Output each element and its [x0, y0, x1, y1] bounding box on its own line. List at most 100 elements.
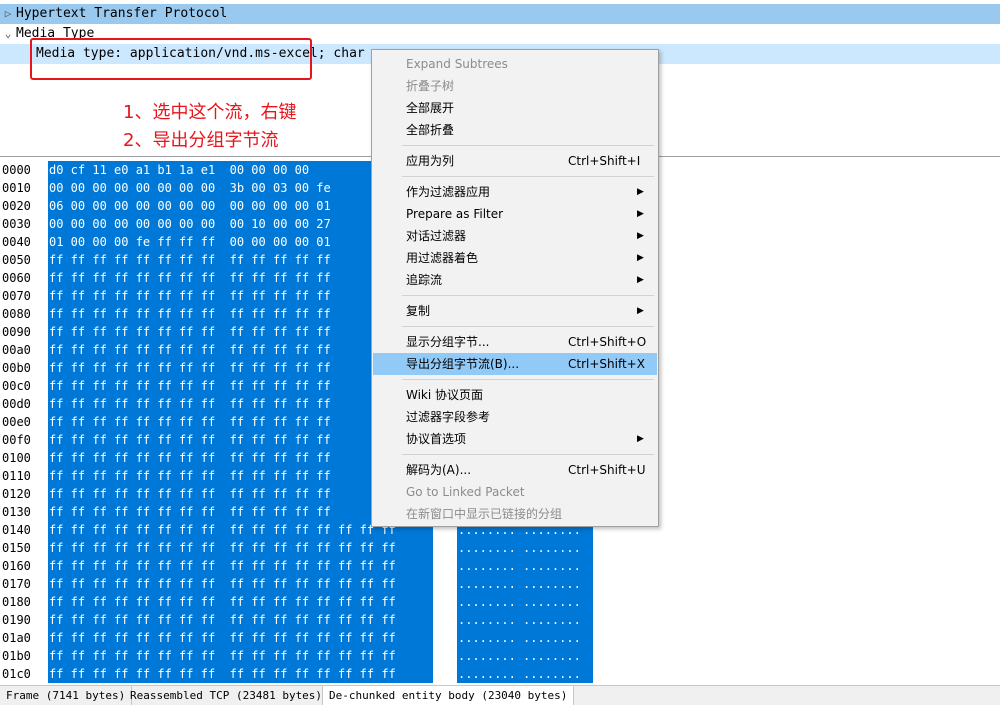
menu-item-label: 应用为列 — [406, 154, 455, 168]
menu-item-label: 解码为(A)... — [406, 463, 472, 477]
hex-bytes[interactable]: ff ff ff ff ff ff ff ff ff ff ff ff ff f… — [49, 665, 396, 683]
hex-bytes[interactable]: ff ff ff ff ff ff ff ff ff ff ff ff ff — [49, 431, 331, 449]
ascii-bytes[interactable]: ........ ........ — [458, 539, 581, 557]
ascii-bytes[interactable]: ........ ........ — [458, 629, 581, 647]
bytes-tab[interactable]: De-chunked entity body (23040 bytes) — [322, 686, 575, 705]
hex-bytes[interactable]: ff ff ff ff ff ff ff ff ff ff ff ff ff — [49, 341, 331, 359]
menu-item[interactable]: Go to Linked Packet — [373, 481, 657, 503]
hex-bytes[interactable]: ff ff ff ff ff ff ff ff ff ff ff ff ff — [49, 305, 331, 323]
ascii-bytes[interactable]: ........ ........ — [458, 593, 581, 611]
menu-item-shortcut: Ctrl+Shift+O — [568, 335, 647, 349]
annotation-step-2: 2、导出分组字节流 — [123, 130, 279, 151]
menu-item[interactable]: 过滤器字段参考 — [373, 406, 657, 428]
menu-item-shortcut: Ctrl+Shift+X — [568, 357, 645, 371]
hex-bytes[interactable]: 06 00 00 00 00 00 00 00 00 00 00 00 01 — [49, 197, 331, 215]
hex-offset: 0090 — [2, 325, 31, 339]
menu-item[interactable]: 用过滤器着色 ▶ — [373, 247, 657, 269]
menu-item[interactable]: 折叠子树 — [373, 75, 657, 97]
menu-item[interactable]: 全部折叠 — [373, 119, 657, 141]
hex-bytes[interactable]: ff ff ff ff ff ff ff ff ff ff ff ff ff f… — [49, 575, 396, 593]
hex-bytes[interactable]: ff ff ff ff ff ff ff ff ff ff ff ff ff — [49, 287, 331, 305]
hex-offset: 00e0 — [2, 415, 31, 429]
hex-offset: 0010 — [2, 181, 31, 195]
menu-item[interactable]: 在新窗口中显示已链接的分组 — [373, 503, 657, 525]
hex-offset: 01a0 — [2, 631, 31, 645]
menu-item[interactable]: 应用为列 Ctrl+Shift+I — [373, 150, 657, 172]
expand-arrow-icon[interactable]: ▷ — [2, 4, 14, 24]
hex-row[interactable]: 0180 ff ff ff ff ff ff ff ff ff ff ff ff … — [0, 593, 1000, 611]
ascii-bytes[interactable]: ........ ........ — [458, 665, 581, 683]
menu-item-label: 全部折叠 — [406, 123, 455, 137]
hex-row[interactable]: 01a0 ff ff ff ff ff ff ff ff ff ff ff ff … — [0, 629, 1000, 647]
ascii-bytes[interactable]: ........ ........ — [458, 575, 581, 593]
hex-bytes[interactable]: ff ff ff ff ff ff ff ff ff ff ff ff ff — [49, 449, 331, 467]
hex-bytes[interactable]: ff ff ff ff ff ff ff ff ff ff ff ff ff — [49, 503, 331, 521]
hex-row[interactable]: 0150 ff ff ff ff ff ff ff ff ff ff ff ff … — [0, 539, 1000, 557]
submenu-arrow-icon: ▶ — [637, 275, 644, 285]
hex-row[interactable]: 0160 ff ff ff ff ff ff ff ff ff ff ff ff … — [0, 557, 1000, 575]
submenu-arrow-icon: ▶ — [637, 209, 644, 219]
menu-item[interactable]: Expand Subtrees — [373, 53, 657, 75]
bytes-tab-bar: Frame (7141 bytes) Reassembled TCP (23481… — [0, 685, 1000, 705]
hex-bytes[interactable]: ff ff ff ff ff ff ff ff ff ff ff ff ff f… — [49, 521, 396, 539]
hex-bytes[interactable]: 00 00 00 00 00 00 00 00 3b 00 03 00 fe — [49, 179, 331, 197]
hex-bytes[interactable]: ff ff ff ff ff ff ff ff ff ff ff ff ff — [49, 413, 331, 431]
hex-row[interactable]: 01b0 ff ff ff ff ff ff ff ff ff ff ff ff … — [0, 647, 1000, 665]
menu-item[interactable]: 对话过滤器 ▶ — [373, 225, 657, 247]
menu-item-label: 过滤器字段参考 — [406, 410, 491, 424]
hex-bytes[interactable]: ff ff ff ff ff ff ff ff ff ff ff ff ff f… — [49, 611, 396, 629]
menu-item-shortcut: Ctrl+Shift+U — [568, 463, 646, 477]
bytes-tab[interactable]: Frame (7141 bytes) — [0, 686, 133, 705]
hex-offset: 0180 — [2, 595, 31, 609]
menu-item-label: 折叠子树 — [406, 79, 455, 93]
hex-bytes[interactable]: ff ff ff ff ff ff ff ff ff ff ff ff ff — [49, 323, 331, 341]
menu-item[interactable]: 显示分组字节... Ctrl+Shift+O — [373, 331, 657, 353]
menu-item[interactable]: Prepare as Filter ▶ — [373, 203, 657, 225]
hex-offset: 00f0 — [2, 433, 31, 447]
menu-item[interactable]: 追踪流 ▶ — [373, 269, 657, 291]
menu-item[interactable]: 解码为(A)... Ctrl+Shift+U — [373, 459, 657, 481]
hex-bytes[interactable]: ff ff ff ff ff ff ff ff ff ff ff ff ff — [49, 467, 331, 485]
hex-bytes[interactable]: ff ff ff ff ff ff ff ff ff ff ff ff ff f… — [49, 629, 396, 647]
hex-bytes[interactable]: ff ff ff ff ff ff ff ff ff ff ff ff ff — [49, 251, 331, 269]
hex-bytes[interactable]: d0 cf 11 e0 a1 b1 1a e1 00 00 00 00 — [49, 161, 309, 179]
menu-item[interactable]: 协议首选项 ▶ — [373, 428, 657, 450]
hex-bytes[interactable]: 01 00 00 00 fe ff ff ff 00 00 00 00 01 — [49, 233, 331, 251]
menu-item[interactable]: 导出分组字节流(B)... Ctrl+Shift+X — [373, 353, 657, 375]
hex-offset: 0000 — [2, 163, 31, 177]
hex-bytes[interactable]: ff ff ff ff ff ff ff ff ff ff ff ff ff f… — [49, 557, 396, 575]
tree-row-http[interactable]: ▷ Hypertext Transfer Protocol — [0, 4, 1000, 24]
hex-bytes[interactable]: ff ff ff ff ff ff ff ff ff ff ff ff ff — [49, 377, 331, 395]
menu-separator — [402, 145, 654, 146]
hex-bytes[interactable]: ff ff ff ff ff ff ff ff ff ff ff ff ff f… — [49, 539, 396, 557]
hex-bytes[interactable]: ff ff ff ff ff ff ff ff ff ff ff ff ff — [49, 395, 331, 413]
hex-row[interactable]: 0190 ff ff ff ff ff ff ff ff ff ff ff ff … — [0, 611, 1000, 629]
hex-offset: 0170 — [2, 577, 31, 591]
submenu-arrow-icon: ▶ — [637, 306, 644, 316]
hex-bytes[interactable]: ff ff ff ff ff ff ff ff ff ff ff ff ff — [49, 485, 331, 503]
collapse-arrow-icon[interactable]: ⌄ — [2, 24, 14, 44]
hex-offset: 0100 — [2, 451, 31, 465]
hex-bytes[interactable]: ff ff ff ff ff ff ff ff ff ff ff ff ff — [49, 359, 331, 377]
hex-bytes[interactable]: 00 00 00 00 00 00 00 00 00 10 00 00 27 — [49, 215, 331, 233]
hex-row[interactable]: 0170 ff ff ff ff ff ff ff ff ff ff ff ff … — [0, 575, 1000, 593]
hex-row[interactable]: 01c0 ff ff ff ff ff ff ff ff ff ff ff ff … — [0, 665, 1000, 683]
menu-item-label: 导出分组字节流(B)... — [406, 357, 520, 371]
context-menu: Expand Subtrees 折叠子树 全部展开 全部折叠 应用为列 Ctrl+Shif… — [371, 49, 659, 527]
menu-item-label: 追踪流 — [406, 273, 443, 287]
hex-bytes[interactable]: ff ff ff ff ff ff ff ff ff ff ff ff ff f… — [49, 647, 396, 665]
hex-bytes[interactable]: ff ff ff ff ff ff ff ff ff ff ff ff ff — [49, 269, 331, 287]
ascii-bytes[interactable]: ........ ........ — [458, 557, 581, 575]
menu-separator — [402, 295, 654, 296]
menu-item[interactable]: 全部展开 — [373, 97, 657, 119]
bytes-tab[interactable]: Reassembled TCP (23481 bytes) — [124, 686, 330, 705]
menu-item[interactable]: 作为过滤器应用 ▶ — [373, 181, 657, 203]
menu-item-label: 复制 — [406, 304, 431, 318]
menu-item-label: 对话过滤器 — [406, 229, 467, 243]
hex-bytes[interactable]: ff ff ff ff ff ff ff ff ff ff ff ff ff f… — [49, 593, 396, 611]
ascii-bytes[interactable]: ........ ........ — [458, 611, 581, 629]
ascii-bytes[interactable]: ........ ........ — [458, 647, 581, 665]
menu-item[interactable]: 复制 ▶ — [373, 300, 657, 322]
annotation-highlight-box — [30, 38, 312, 80]
menu-item[interactable]: Wiki 协议页面 — [373, 384, 657, 406]
